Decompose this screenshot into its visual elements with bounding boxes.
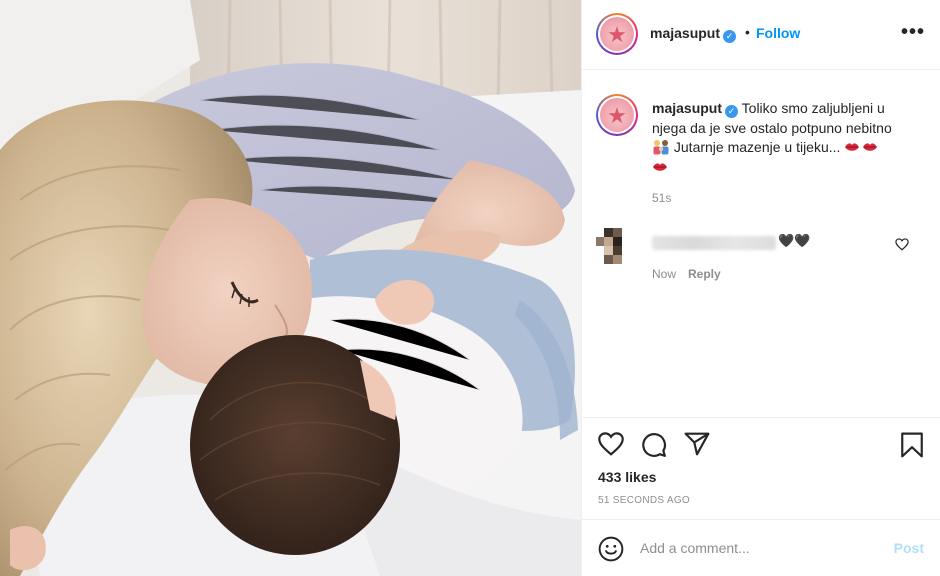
share-send-icon[interactable] [684, 432, 710, 456]
lips-emoji-icon [863, 143, 878, 151]
post-sidebar: ★ majasuput ✓ • Follow ••• ★ majasuput ✓ T… [581, 0, 940, 576]
follow-button[interactable]: Follow [756, 25, 800, 41]
post-comment-button[interactable]: Post [894, 540, 924, 556]
post-header: ★ majasuput ✓ • Follow ••• [582, 0, 940, 70]
reply-button[interactable]: Reply [688, 267, 721, 281]
lips-emoji-icon [845, 143, 860, 151]
post-photo[interactable] [0, 0, 581, 576]
family-emoji-icon [653, 140, 669, 155]
verified-badge-icon: ✓ [723, 30, 737, 43]
verified-badge-icon: ✓ [725, 105, 739, 118]
lips-emoji-icon [653, 162, 667, 171]
comment-like-heart-icon[interactable] [895, 238, 909, 251]
comment-time: Now [652, 267, 677, 281]
star-icon: ★ [607, 102, 627, 128]
comment-input[interactable] [640, 537, 870, 559]
comment-meta: Now Reply [652, 267, 721, 281]
post-actions: 433 likes 51 SECONDS AGO [582, 417, 940, 519]
photo-illustration [0, 0, 581, 576]
caption-body-2: Jutarnje mazenje u tijeku... [670, 139, 841, 155]
star-icon: ★ [607, 21, 627, 47]
blurred-commenter-name [652, 236, 776, 250]
save-bookmark-icon[interactable] [900, 432, 924, 458]
commenter-avatar-pixelated[interactable] [596, 228, 630, 264]
post-timestamp: 51 SECONDS AGO [598, 495, 691, 506]
caption-username[interactable]: majasuput ✓ [652, 100, 739, 118]
add-comment-bar: Post [582, 519, 940, 576]
like-heart-icon[interactable] [598, 432, 624, 456]
caption-timestamp: 51s [652, 191, 672, 205]
separator-dot: • [745, 24, 750, 40]
comment-text: 🖤🖤 [778, 233, 811, 248]
emoji-smile-icon[interactable] [598, 536, 624, 562]
author-avatar[interactable]: ★ [596, 13, 638, 55]
comment-bubble-icon[interactable] [641, 432, 667, 458]
caption-avatar[interactable]: ★ [596, 94, 638, 136]
comment-item: 🖤🖤 Now Reply [582, 228, 940, 288]
caption-text: majasuput ✓ Toliko smo zaljubljeni u njeg… [652, 99, 898, 177]
more-options-icon[interactable]: ••• [901, 22, 925, 42]
author-username[interactable]: majasuput ✓ [650, 25, 737, 43]
likes-count[interactable]: 433 likes [598, 469, 656, 485]
